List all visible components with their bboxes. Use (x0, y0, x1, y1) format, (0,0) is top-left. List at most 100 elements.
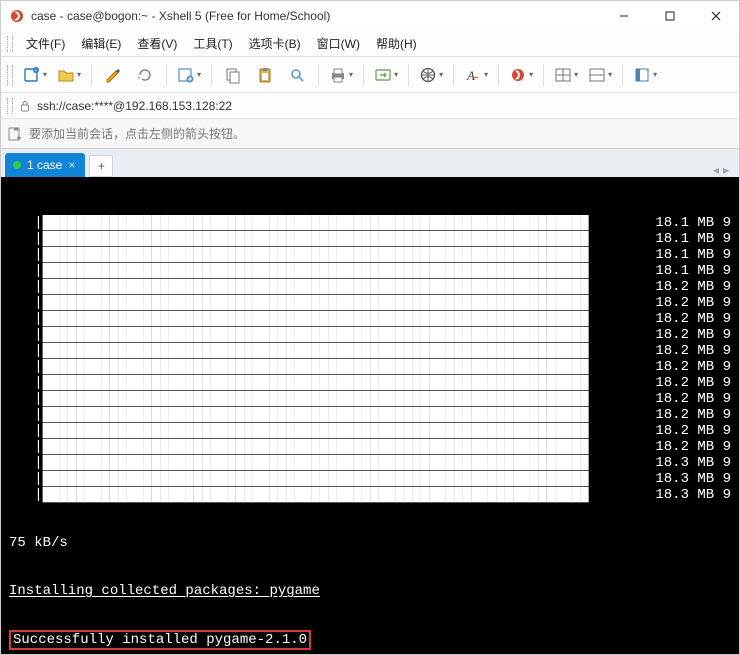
progress-value: 18.1 MB 9 (643, 263, 731, 279)
menu-help[interactable]: 帮助(H) (369, 32, 424, 55)
tab-add-button[interactable]: + (89, 155, 113, 177)
lock-icon (19, 100, 31, 112)
progress-value: 18.2 MB 9 (643, 359, 731, 375)
progress-row: |███████████████████████████████████████… (9, 471, 731, 487)
progress-row: |███████████████████████████████████████… (9, 215, 731, 231)
tab-nav: ◂ ▸ (713, 163, 735, 177)
progress-bar: |███████████████████████████████████████… (9, 231, 643, 247)
layout2-button[interactable]: ▾ (584, 61, 616, 89)
progress-value: 18.2 MB 9 (643, 407, 731, 423)
progress-bar: |███████████████████████████████████████… (9, 247, 643, 263)
menu-view[interactable]: 查看(V) (130, 32, 184, 55)
svg-text:+: + (646, 69, 650, 75)
menu-window[interactable]: 窗口(W) (310, 32, 367, 55)
progress-bar: |███████████████████████████████████████… (9, 471, 643, 487)
encoding-button[interactable]: ▾ (415, 61, 447, 89)
progress-bar: |███████████████████████████████████████… (9, 455, 643, 471)
progress-row: |███████████████████████████████████████… (9, 423, 731, 439)
hint-add-icon[interactable] (7, 126, 23, 142)
progress-row: |███████████████████████████████████████… (9, 375, 731, 391)
progress-bar: |███████████████████████████████████████… (9, 407, 643, 423)
new-session-button[interactable]: +▾ (19, 61, 51, 89)
term-installing: Installing collected packages: pygame (9, 583, 731, 599)
reconnect-button[interactable] (130, 61, 160, 89)
addressbar-grip[interactable] (7, 98, 13, 114)
progress-row: |███████████████████████████████████████… (9, 311, 731, 327)
progress-row: |███████████████████████████████████████… (9, 487, 731, 503)
menu-tools[interactable]: 工具(T) (186, 32, 239, 55)
progress-row: |███████████████████████████████████████… (9, 439, 731, 455)
font-button[interactable]: A▾ (460, 61, 492, 89)
menubar: 文件(F) 编辑(E) 查看(V) 工具(T) 选项卡(B) 窗口(W) 帮助(… (1, 31, 739, 57)
progress-value: 18.2 MB 9 (643, 391, 731, 407)
term-success-highlight: Successfully installed pygame-2.1.0 (9, 630, 311, 650)
tab-nav-right-icon[interactable]: ▸ (723, 163, 729, 177)
progress-row: |███████████████████████████████████████… (9, 231, 731, 247)
color-scheme-button[interactable]: ▾ (505, 61, 537, 89)
progress-value: 18.2 MB 9 (643, 295, 731, 311)
highlight-button[interactable] (98, 61, 128, 89)
menu-file[interactable]: 文件(F) (19, 32, 72, 55)
progress-value: 18.2 MB 9 (643, 311, 731, 327)
progress-value: 18.2 MB 9 (643, 327, 731, 343)
hint-text: 要添加当前会话，点击左侧的箭头按钮。 (29, 125, 245, 142)
paste-button[interactable] (250, 61, 280, 89)
transfer-button[interactable]: ▾ (370, 61, 402, 89)
progress-value: 18.3 MB 9 (643, 487, 731, 503)
open-button[interactable]: ▾ (53, 61, 85, 89)
properties-button[interactable]: ▾ (173, 61, 205, 89)
close-button[interactable] (693, 1, 739, 31)
tab-nav-left-icon[interactable]: ◂ (713, 163, 719, 177)
tab-strip: 1 case × + ◂ ▸ (1, 149, 739, 177)
progress-value: 18.3 MB 9 (643, 471, 731, 487)
find-button[interactable] (282, 61, 312, 89)
status-dot-icon (13, 161, 21, 169)
maximize-button[interactable] (647, 1, 693, 31)
window-title: case - case@bogon:~ - Xshell 5 (Free for… (31, 9, 601, 23)
progress-row: |███████████████████████████████████████… (9, 279, 731, 295)
svg-text:A: A (466, 68, 475, 83)
tab-close-icon[interactable]: × (68, 158, 75, 172)
progress-bar: |███████████████████████████████████████… (9, 263, 643, 279)
layout-button[interactable]: ▾ (550, 61, 582, 89)
menu-edit[interactable]: 编辑(E) (74, 32, 128, 55)
address-bar: ssh://case:****@192.168.153.128:22 (1, 93, 739, 119)
progress-value: 18.2 MB 9 (643, 375, 731, 391)
tab-session-1[interactable]: 1 case × (5, 153, 85, 177)
copy-button[interactable] (218, 61, 248, 89)
progress-row: |███████████████████████████████████████… (9, 263, 731, 279)
svg-text:+: + (35, 68, 38, 74)
window-buttons (601, 1, 739, 31)
menu-tabs[interactable]: 选项卡(B) (242, 32, 308, 55)
menubar-grip[interactable] (7, 36, 13, 52)
print-button[interactable]: ▾ (325, 61, 357, 89)
progress-bar: |███████████████████████████████████████… (9, 215, 643, 231)
toolbar-grip[interactable] (7, 65, 13, 85)
minimize-button[interactable] (601, 1, 647, 31)
progress-value: 18.2 MB 9 (643, 439, 731, 455)
progress-bar: |███████████████████████████████████████… (9, 279, 643, 295)
sidebar-button[interactable]: +▾ (629, 61, 661, 89)
app-icon (9, 8, 25, 24)
address-text[interactable]: ssh://case:****@192.168.153.128:22 (37, 99, 232, 113)
terminal[interactable]: |███████████████████████████████████████… (1, 177, 739, 654)
progress-value: 18.1 MB 9 (643, 215, 731, 231)
progress-value: 18.2 MB 9 (643, 279, 731, 295)
progress-value: 18.1 MB 9 (643, 247, 731, 263)
progress-bar: |███████████████████████████████████████… (9, 311, 643, 327)
progress-bar: |███████████████████████████████████████… (9, 359, 643, 375)
progress-bar: |███████████████████████████████████████… (9, 327, 643, 343)
progress-bar: |███████████████████████████████████████… (9, 423, 643, 439)
progress-row: |███████████████████████████████████████… (9, 295, 731, 311)
progress-value: 18.2 MB 9 (643, 343, 731, 359)
titlebar: case - case@bogon:~ - Xshell 5 (Free for… (1, 1, 739, 31)
progress-row: |███████████████████████████████████████… (9, 391, 731, 407)
progress-bar: |███████████████████████████████████████… (9, 295, 643, 311)
progress-value: 18.2 MB 9 (643, 423, 731, 439)
hint-bar: 要添加当前会话，点击左侧的箭头按钮。 (1, 119, 739, 149)
progress-row: |███████████████████████████████████████… (9, 247, 731, 263)
progress-value: 18.1 MB 9 (643, 231, 731, 247)
progress-row: |███████████████████████████████████████… (9, 343, 731, 359)
progress-value: 18.3 MB 9 (643, 455, 731, 471)
progress-row: |███████████████████████████████████████… (9, 327, 731, 343)
